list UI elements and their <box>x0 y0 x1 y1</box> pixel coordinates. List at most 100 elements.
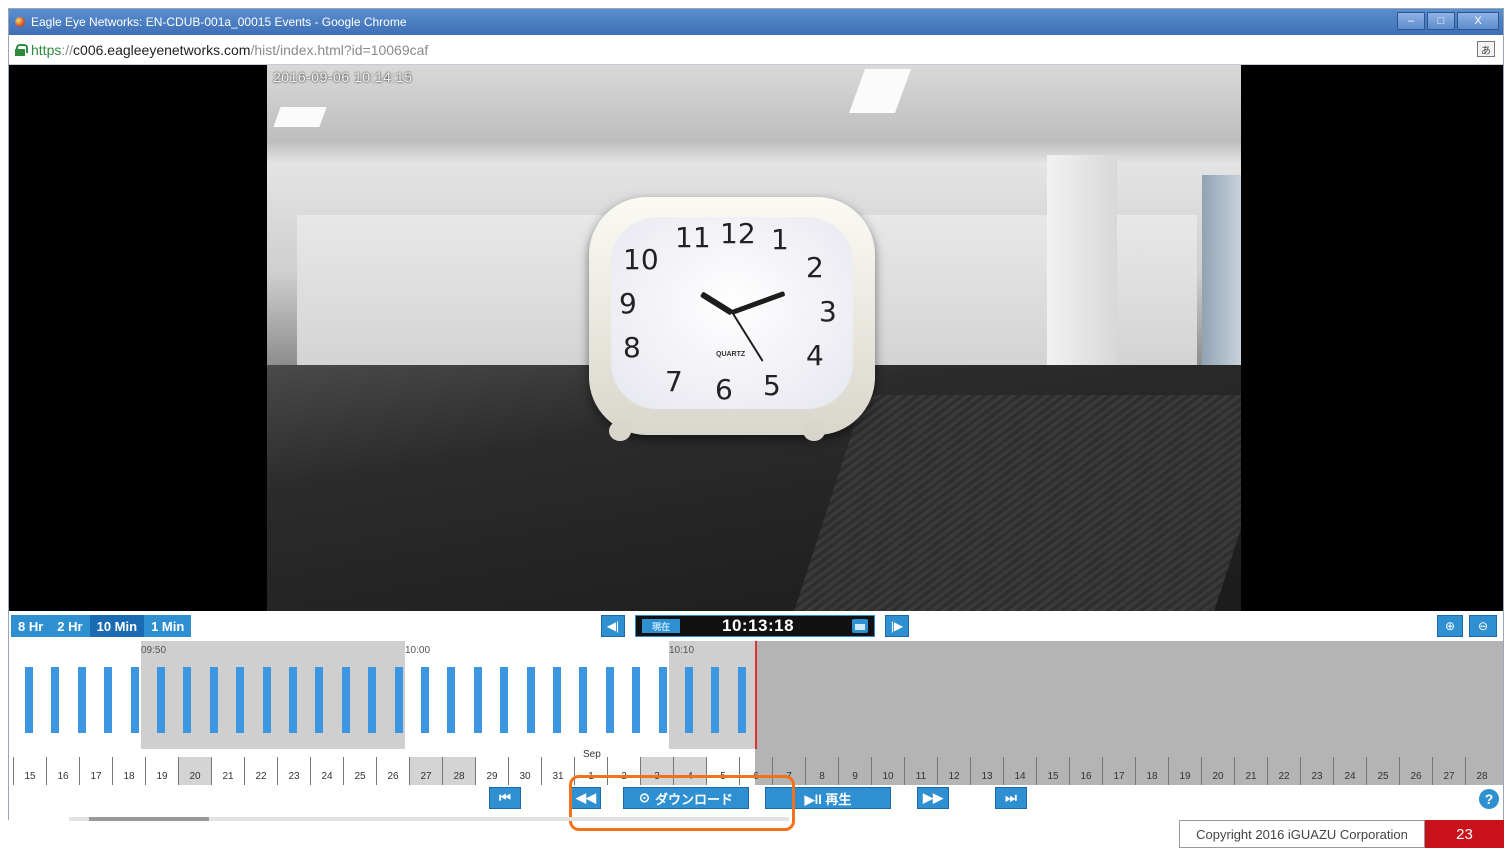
day-cell[interactable]: 28 <box>442 757 475 785</box>
day-cell[interactable]: 27 <box>409 757 442 785</box>
day-cell[interactable]: 11 <box>904 757 937 785</box>
event-bar[interactable] <box>236 667 245 733</box>
day-cell[interactable]: 16 <box>46 757 79 785</box>
day-cell[interactable]: 24 <box>310 757 343 785</box>
day-cell[interactable]: 16 <box>1069 757 1102 785</box>
office-window <box>1202 175 1241 365</box>
event-bar[interactable] <box>632 667 641 733</box>
clock-hour-hand <box>699 291 734 316</box>
day-cell[interactable]: 12 <box>937 757 970 785</box>
day-cell[interactable]: 8 <box>805 757 838 785</box>
event-bar[interactable] <box>605 667 614 733</box>
event-bar[interactable] <box>421 667 429 733</box>
day-cell[interactable]: 18 <box>1135 757 1168 785</box>
event-bar[interactable] <box>25 667 33 733</box>
day-cell[interactable]: 29 <box>475 757 508 785</box>
day-cell[interactable]: 21 <box>1234 757 1267 785</box>
event-bar[interactable] <box>368 667 377 733</box>
event-bar[interactable] <box>711 667 720 733</box>
skip-end-icon: ⏭ <box>1005 790 1017 805</box>
day-cell[interactable]: 17 <box>79 757 112 785</box>
fast-forward-button[interactable]: ▶▶ <box>917 787 949 809</box>
event-bar[interactable] <box>447 667 456 733</box>
day-cell[interactable]: 14 <box>1003 757 1036 785</box>
day-cell[interactable]: 26 <box>1399 757 1432 785</box>
day-cell[interactable]: 24 <box>1333 757 1366 785</box>
maximize-button[interactable]: □ <box>1427 12 1455 30</box>
day-cell[interactable]: 9 <box>838 757 871 785</box>
lock-icon <box>15 43 28 56</box>
day-cell[interactable]: 22 <box>244 757 277 785</box>
day-cell[interactable]: 27 <box>1432 757 1465 785</box>
url-host: c006.eagleeyenetworks.com <box>73 41 251 58</box>
day-cell[interactable]: 19 <box>1168 757 1201 785</box>
event-bar[interactable] <box>737 667 746 733</box>
clock-number: 3 <box>819 295 837 328</box>
live-badge[interactable]: 現在 <box>642 619 680 633</box>
event-bar[interactable] <box>289 667 297 733</box>
calendar-icon[interactable] <box>852 619 868 633</box>
timeline[interactable]: 09:50 10:00 10:10 <box>11 641 1503 751</box>
next-event-button[interactable]: |▶ <box>885 615 909 637</box>
zoom-out-button[interactable]: ⊖ <box>1469 615 1497 637</box>
day-cell[interactable]: 23 <box>277 757 310 785</box>
zoom-tab-1min[interactable]: 1 Min <box>144 615 191 637</box>
zoom-in-button[interactable]: ⊕ <box>1437 615 1463 637</box>
day-cell[interactable]: 10 <box>871 757 904 785</box>
event-bar[interactable] <box>685 667 693 733</box>
day-cell[interactable]: 30 <box>508 757 541 785</box>
scrollbar-thumb[interactable] <box>89 817 209 821</box>
event-bar[interactable] <box>579 667 588 733</box>
day-cell[interactable]: 25 <box>343 757 376 785</box>
day-cell[interactable]: 20 <box>178 757 211 785</box>
zoom-tab-10min[interactable]: 10 Min <box>89 615 145 637</box>
translate-icon[interactable]: あ <box>1477 41 1495 57</box>
event-bar[interactable] <box>341 667 350 733</box>
skip-to-start-button[interactable]: ⏮ <box>489 787 521 809</box>
event-bar[interactable] <box>473 667 482 733</box>
event-bar[interactable] <box>500 667 509 733</box>
event-bar[interactable] <box>526 667 535 733</box>
zoom-tab-8hr[interactable]: 8 Hr <box>11 615 50 637</box>
clock-face: 12 1 2 3 4 5 6 7 8 9 10 11 QUARTZ <box>611 217 853 409</box>
minimize-button[interactable]: – <box>1397 12 1425 30</box>
event-bar[interactable] <box>658 667 667 733</box>
event-bar[interactable] <box>315 667 324 733</box>
help-icon[interactable]: ? <box>1479 789 1499 809</box>
close-button[interactable]: X <box>1457 12 1499 30</box>
time-display[interactable]: 現在 10:13:18 <box>635 615 875 637</box>
previous-event-button[interactable]: ◀| <box>601 615 625 637</box>
event-bar[interactable] <box>394 667 403 733</box>
event-bar[interactable] <box>157 667 165 733</box>
day-cell[interactable]: 18 <box>112 757 145 785</box>
zoom-tab-2hr[interactable]: 2 Hr <box>50 615 89 637</box>
clock-foot <box>803 421 825 441</box>
day-cell[interactable]: 20 <box>1201 757 1234 785</box>
horizontal-scrollbar[interactable] <box>69 817 789 821</box>
event-bar[interactable] <box>209 667 218 733</box>
event-bar[interactable] <box>104 667 113 733</box>
day-cell[interactable]: 23 <box>1300 757 1333 785</box>
day-cell[interactable]: 28 <box>1465 757 1498 785</box>
address-bar[interactable]: https :// c006.eagleeyenetworks.com /his… <box>9 35 1503 65</box>
video-player[interactable]: 12 1 2 3 4 5 6 7 8 9 10 11 QUARTZ 2016-0… <box>267 65 1241 611</box>
clock-foot <box>609 421 631 441</box>
day-cell[interactable]: 26 <box>376 757 409 785</box>
event-bar[interactable] <box>183 667 192 733</box>
day-cell[interactable]: 21 <box>211 757 244 785</box>
day-cell[interactable]: 19 <box>145 757 178 785</box>
day-cell[interactable]: 22 <box>1267 757 1300 785</box>
day-cell[interactable]: 17 <box>1102 757 1135 785</box>
clock-number: 4 <box>806 339 824 372</box>
event-bar[interactable] <box>262 667 271 733</box>
skip-to-end-button[interactable]: ⏭ <box>995 787 1027 809</box>
day-cell[interactable]: 25 <box>1366 757 1399 785</box>
ceiling-light <box>273 107 327 127</box>
event-bar[interactable] <box>51 667 60 733</box>
event-bar[interactable] <box>130 667 139 733</box>
event-bar[interactable] <box>77 667 86 733</box>
day-cell[interactable]: 15 <box>1036 757 1069 785</box>
day-cell[interactable]: 13 <box>970 757 1003 785</box>
day-cell[interactable]: 15 <box>13 757 46 785</box>
event-bar[interactable] <box>553 667 561 733</box>
